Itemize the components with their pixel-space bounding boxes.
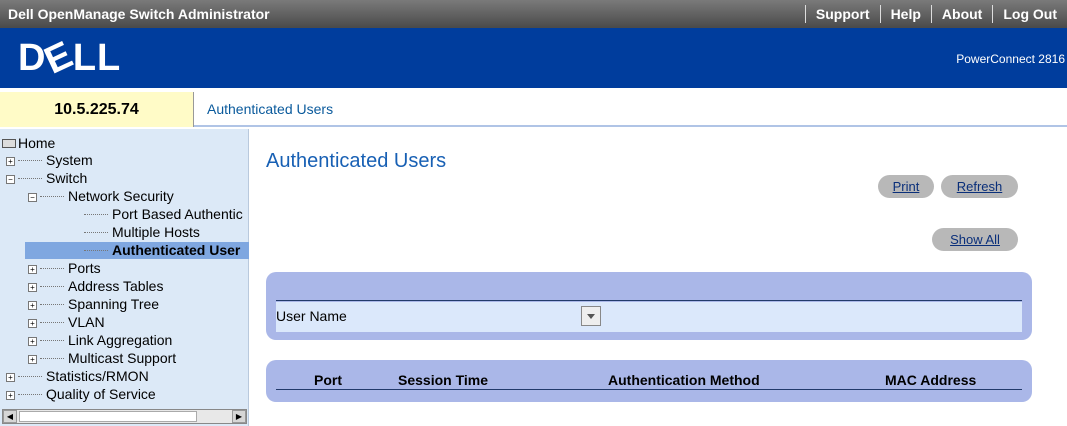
tree-item-system[interactable]: + System <box>6 152 93 169</box>
tree-label: Network Security <box>68 188 174 204</box>
top-links: Support Help About Log Out <box>804 0 1067 28</box>
print-button[interactable]: Print <box>878 175 934 198</box>
refresh-button[interactable]: Refresh <box>941 175 1018 198</box>
tree-item-vlan[interactable]: + VLAN <box>28 314 105 331</box>
column-header-session-time: Session Time <box>398 372 489 388</box>
ip-address: 10.5.225.74 <box>0 92 194 127</box>
tree-label: Multiple Hosts <box>112 224 200 240</box>
scrollbar-thumb[interactable] <box>19 411 197 422</box>
collapse-icon[interactable]: − <box>28 193 37 202</box>
tree-item-multiple-hosts[interactable]: Multiple Hosts <box>84 224 200 241</box>
tree-connector <box>40 196 64 197</box>
expand-icon[interactable]: + <box>6 157 15 166</box>
tree-label: Link Aggregation <box>68 332 173 348</box>
expand-icon[interactable]: + <box>28 265 37 274</box>
filter-panel: User Name <box>266 272 1032 340</box>
tree-connector <box>18 394 42 395</box>
tree-label: Home <box>18 135 56 151</box>
expand-icon[interactable]: + <box>28 337 37 346</box>
tree-label: Port Based Authentic <box>112 206 243 222</box>
expand-icon[interactable]: + <box>28 301 37 310</box>
folder-icon <box>2 139 16 148</box>
help-link[interactable]: Help <box>881 6 931 22</box>
tree-connector <box>40 286 64 287</box>
tree-item-multicast-support[interactable]: + Multicast Support <box>28 350 176 367</box>
tree-label: Spanning Tree <box>68 296 160 312</box>
tree-connector <box>40 268 64 269</box>
page-title: Authenticated Users <box>266 150 447 172</box>
tree-connector <box>84 250 108 251</box>
support-link[interactable]: Support <box>806 6 880 22</box>
tree-item-authenticated-users[interactable]: Authenticated User <box>25 242 249 259</box>
tree-connector <box>40 340 64 341</box>
brand-bar: DELL PowerConnect 2816 <box>0 28 1067 90</box>
tree-label: Statistics/RMON <box>46 368 149 384</box>
nav-tree: Home + System − Switch − Network Security P… <box>0 133 249 409</box>
tree-label: Quality of Service <box>46 386 156 402</box>
column-header-authentication-method: Authentication Method <box>608 372 760 388</box>
breadcrumb: Authenticated Users <box>207 101 334 117</box>
tree-connector <box>18 178 42 179</box>
tree-connector <box>84 232 108 233</box>
tree-item-quality-of-service[interactable]: + Quality of Service <box>6 386 156 403</box>
tree-item-port-based-auth[interactable]: Port Based Authentic <box>84 206 243 223</box>
user-name-select[interactable] <box>581 306 601 326</box>
user-name-label: User Name <box>276 308 347 324</box>
top-bar: Dell OpenManage Switch Administrator Sup… <box>0 0 1067 28</box>
model-name: PowerConnect 2816 <box>956 52 1065 66</box>
ip-row: 10.5.225.74 Authenticated Users <box>0 92 1067 127</box>
tree-connector <box>18 160 42 161</box>
tree-label: System <box>46 152 93 168</box>
horizontal-scrollbar[interactable]: ◀ ▶ <box>2 409 247 424</box>
tree-label: VLAN <box>68 314 105 330</box>
expand-icon[interactable]: + <box>6 391 15 400</box>
tree-item-address-tables[interactable]: + Address Tables <box>28 278 163 295</box>
tree-label: Switch <box>46 170 88 186</box>
tree-connector <box>40 358 64 359</box>
log-out-link[interactable]: Log Out <box>993 6 1067 22</box>
show-all-button[interactable]: Show All <box>932 228 1018 251</box>
expand-icon[interactable]: + <box>6 373 15 382</box>
chevron-down-icon <box>587 314 595 319</box>
expand-icon[interactable]: + <box>28 319 37 328</box>
tree-item-network-security[interactable]: − Network Security <box>28 188 174 205</box>
tree-connector <box>40 322 64 323</box>
expand-icon[interactable]: + <box>28 283 37 292</box>
dell-logo: DELL <box>18 33 122 83</box>
about-link[interactable]: About <box>932 6 992 22</box>
tree-item-ports[interactable]: + Ports <box>28 260 101 277</box>
tree-item-link-aggregation[interactable]: + Link Aggregation <box>28 332 172 349</box>
sidebar: Home + System − Switch − Network Security P… <box>0 129 249 426</box>
tree-connector <box>84 214 108 215</box>
collapse-icon[interactable]: − <box>6 175 15 184</box>
scroll-right-icon[interactable]: ▶ <box>232 410 246 423</box>
results-table: Port Session Time Authentication Method … <box>266 360 1032 402</box>
tree-connector <box>18 376 42 377</box>
tree-label: Multicast Support <box>68 350 177 366</box>
column-header-port: Port <box>314 372 342 388</box>
tree-label: Authenticated User <box>112 242 241 258</box>
column-header-mac-address: MAC Address <box>885 372 977 388</box>
app-title: Dell OpenManage Switch Administrator <box>8 6 270 22</box>
divider <box>276 300 1022 301</box>
tree-item-statistics-rmon[interactable]: + Statistics/RMON <box>6 368 149 385</box>
tree-item-home[interactable]: Home <box>2 135 55 152</box>
tree-connector <box>40 304 64 305</box>
divider <box>276 389 1022 390</box>
filter-row: User Name <box>276 302 1022 332</box>
scroll-left-icon[interactable]: ◀ <box>3 410 17 423</box>
tree-item-spanning-tree[interactable]: + Spanning Tree <box>28 296 159 313</box>
tree-item-switch[interactable]: − Switch <box>6 170 87 187</box>
tree-label: Ports <box>68 260 101 276</box>
expand-icon[interactable]: + <box>28 355 37 364</box>
tree-label: Address Tables <box>68 278 164 294</box>
